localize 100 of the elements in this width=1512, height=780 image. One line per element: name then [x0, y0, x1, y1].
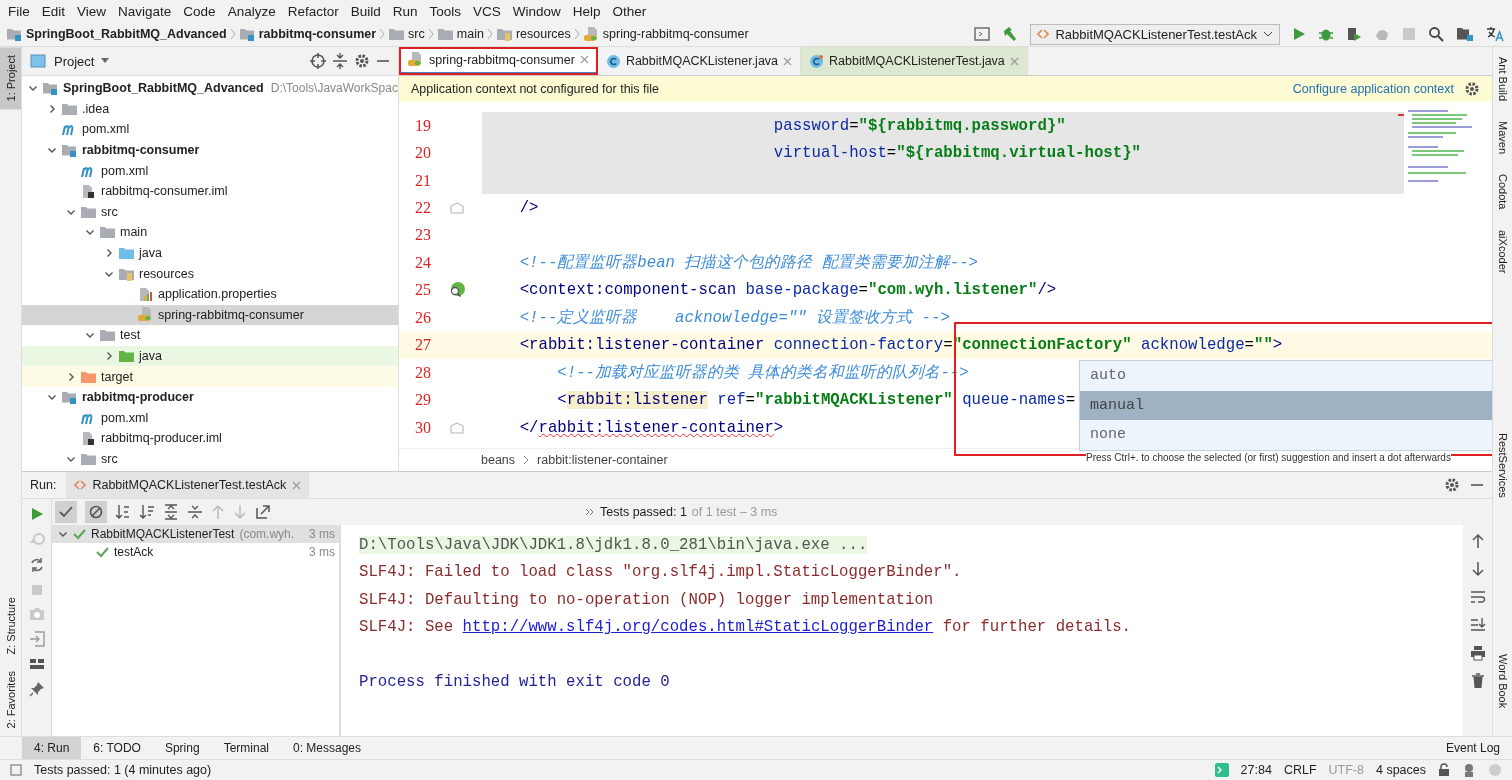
menu-item[interactable]: Help [566, 3, 607, 19]
soft-wrap-icon[interactable] [1469, 589, 1486, 605]
completion-item[interactable]: none [1080, 420, 1492, 450]
menu-item[interactable]: VCS [467, 3, 507, 19]
menu-item[interactable]: File [2, 3, 36, 19]
tool-window-button[interactable]: Spring [152, 737, 212, 759]
search-icon[interactable] [1428, 26, 1444, 42]
pin-icon[interactable] [28, 681, 45, 697]
refresh-icon[interactable] [28, 557, 45, 573]
menu-item[interactable]: Navigate [112, 3, 178, 19]
console-link[interactable]: http://www.slf4j.org/codes.html#StaticLoggerBinder [462, 618, 934, 637]
tool-window-tab[interactable]: 1: Project [0, 47, 21, 110]
window-icon[interactable] [974, 27, 991, 41]
collapse-all-icon[interactable] [332, 53, 348, 69]
completion-item[interactable]: auto [1080, 361, 1492, 391]
close-icon[interactable] [579, 55, 589, 64]
tree-row[interactable]: target [22, 366, 398, 387]
tool-window-tab[interactable]: aiXcoder [1493, 219, 1512, 283]
settings-icon[interactable] [1444, 477, 1460, 493]
test-row[interactable]: RabbitMQACKListenerTest (com.wyh. 3 ms [52, 525, 339, 543]
tool-window-tab[interactable]: Word Book [1493, 643, 1512, 718]
menu-item[interactable]: Run [386, 3, 424, 19]
breadcrumb[interactable]: resources [515, 27, 571, 41]
menu-item[interactable]: Edit [35, 3, 72, 19]
tree-row[interactable]: main [22, 222, 398, 243]
down-arrow-icon[interactable] [1470, 561, 1485, 577]
breadcrumb[interactable]: main [456, 27, 484, 41]
tree-row[interactable]: src [22, 201, 398, 223]
tree-row[interactable]: application.properties [22, 283, 398, 305]
panel-toggle-icon[interactable] [10, 764, 22, 776]
tree-row[interactable]: pom.xml [22, 160, 398, 181]
print-icon[interactable] [1469, 645, 1486, 661]
collapse-chevron-icon[interactable] [66, 454, 76, 464]
menu-item[interactable]: Window [506, 3, 567, 19]
export-icon[interactable] [255, 504, 271, 520]
lock-icon[interactable] [1438, 763, 1450, 777]
show-passed-toggle[interactable] [55, 501, 77, 523]
project-structure-icon[interactable] [1456, 26, 1474, 42]
tool-window-tab[interactable]: 2: Favorites [0, 662, 21, 736]
sort-alphabetically-icon[interactable] [115, 504, 131, 520]
menu-item[interactable]: Other [606, 3, 653, 19]
fold-marker-icon[interactable] [449, 202, 464, 215]
run-tab[interactable]: RabbitMQACKListenerTest.testAck [66, 472, 310, 498]
breadcrumb[interactable]: spring-rabbitmq-consumer [602, 27, 749, 41]
panel-title[interactable]: Project [54, 53, 95, 69]
tree-row[interactable]: .idea [22, 98, 398, 120]
tree-row[interactable]: SpringBoot_RabbitMQ_Advanced D:\Tools\JavaWorkSpac [22, 78, 398, 99]
dropdown-caret-icon[interactable] [100, 57, 111, 65]
editor-tab[interactable]: RabbitMQACKListenerTest.java [801, 47, 1028, 75]
tool-window-button[interactable]: Terminal [211, 737, 281, 759]
tool-window-tab[interactable]: Ant Build [1493, 47, 1512, 112]
event-log-button[interactable]: Event Log [1433, 737, 1512, 759]
expand-chevron-icon[interactable] [66, 371, 76, 382]
breadcrumb[interactable]: SpringBoot_RabbitMQ_Advanced [26, 27, 227, 41]
tree-row[interactable]: rabbitmq-producer.iml [22, 428, 398, 449]
run-configuration-dropdown[interactable]: RabbitMQACKListenerTest.testAck [1030, 23, 1280, 45]
tree-row[interactable]: rabbitmq-producer [22, 386, 398, 408]
menu-item[interactable]: Build [344, 3, 387, 19]
fold-marker-icon[interactable] [449, 421, 464, 434]
completion-item[interactable]: manual [1080, 390, 1492, 420]
breadcrumb[interactable]: src [408, 27, 425, 41]
run-icon[interactable] [29, 507, 44, 521]
tree-row[interactable]: test [22, 325, 398, 346]
locate-icon[interactable] [310, 53, 326, 69]
translate-icon[interactable] [1486, 26, 1504, 42]
menu-item[interactable]: Code [177, 3, 222, 19]
sort-by-duration-icon[interactable] [139, 504, 155, 520]
up-arrow-icon[interactable] [1470, 533, 1485, 549]
line-separator[interactable]: CRLF [1283, 763, 1317, 777]
layout-icon[interactable] [28, 657, 45, 671]
tree-row[interactable]: resources [22, 263, 398, 284]
tool-window-tab[interactable]: Maven [1493, 111, 1512, 165]
breadcrumb[interactable]: rabbit:listener-container [537, 453, 668, 467]
settings-icon[interactable] [1464, 81, 1480, 97]
tool-window-tab[interactable]: RestServices [1493, 422, 1512, 508]
settings-icon[interactable] [354, 53, 370, 69]
expand-all-icon[interactable] [163, 504, 179, 520]
tool-window-button[interactable]: 0: Messages [281, 737, 374, 759]
collapse-chevron-icon[interactable] [58, 529, 68, 539]
breadcrumb[interactable]: beans [481, 453, 516, 467]
expand-chevron-icon[interactable] [104, 248, 114, 259]
menu-item[interactable]: View [71, 3, 113, 19]
tool-window-button[interactable]: 6: TODO [81, 737, 153, 759]
tree-row[interactable]: rabbitmq-consumer [22, 139, 398, 161]
collapse-all-icon[interactable] [187, 504, 203, 520]
tool-window-tab[interactable]: Codota [1493, 164, 1512, 220]
run-icon[interactable] [1292, 27, 1306, 41]
indent-setting[interactable]: 4 spaces [1375, 763, 1426, 777]
tree-row[interactable]: java [22, 345, 398, 367]
expand-chevron-icon[interactable] [47, 103, 57, 114]
test-row[interactable]: testAck 3 ms [52, 543, 339, 561]
editor-tab[interactable]: spring-rabbitmq-consumer [399, 47, 598, 75]
tree-row[interactable]: pom.xml [22, 119, 398, 140]
caret-position[interactable]: 27:84 [1240, 763, 1272, 777]
scroll-to-end-icon[interactable] [1469, 617, 1486, 633]
trash-icon[interactable] [1470, 673, 1485, 689]
breadcrumb[interactable]: rabbitmq-consumer [258, 27, 377, 41]
close-icon[interactable] [783, 56, 793, 66]
hammer-icon[interactable] [1002, 26, 1019, 42]
menu-item[interactable]: Tools [423, 3, 467, 19]
